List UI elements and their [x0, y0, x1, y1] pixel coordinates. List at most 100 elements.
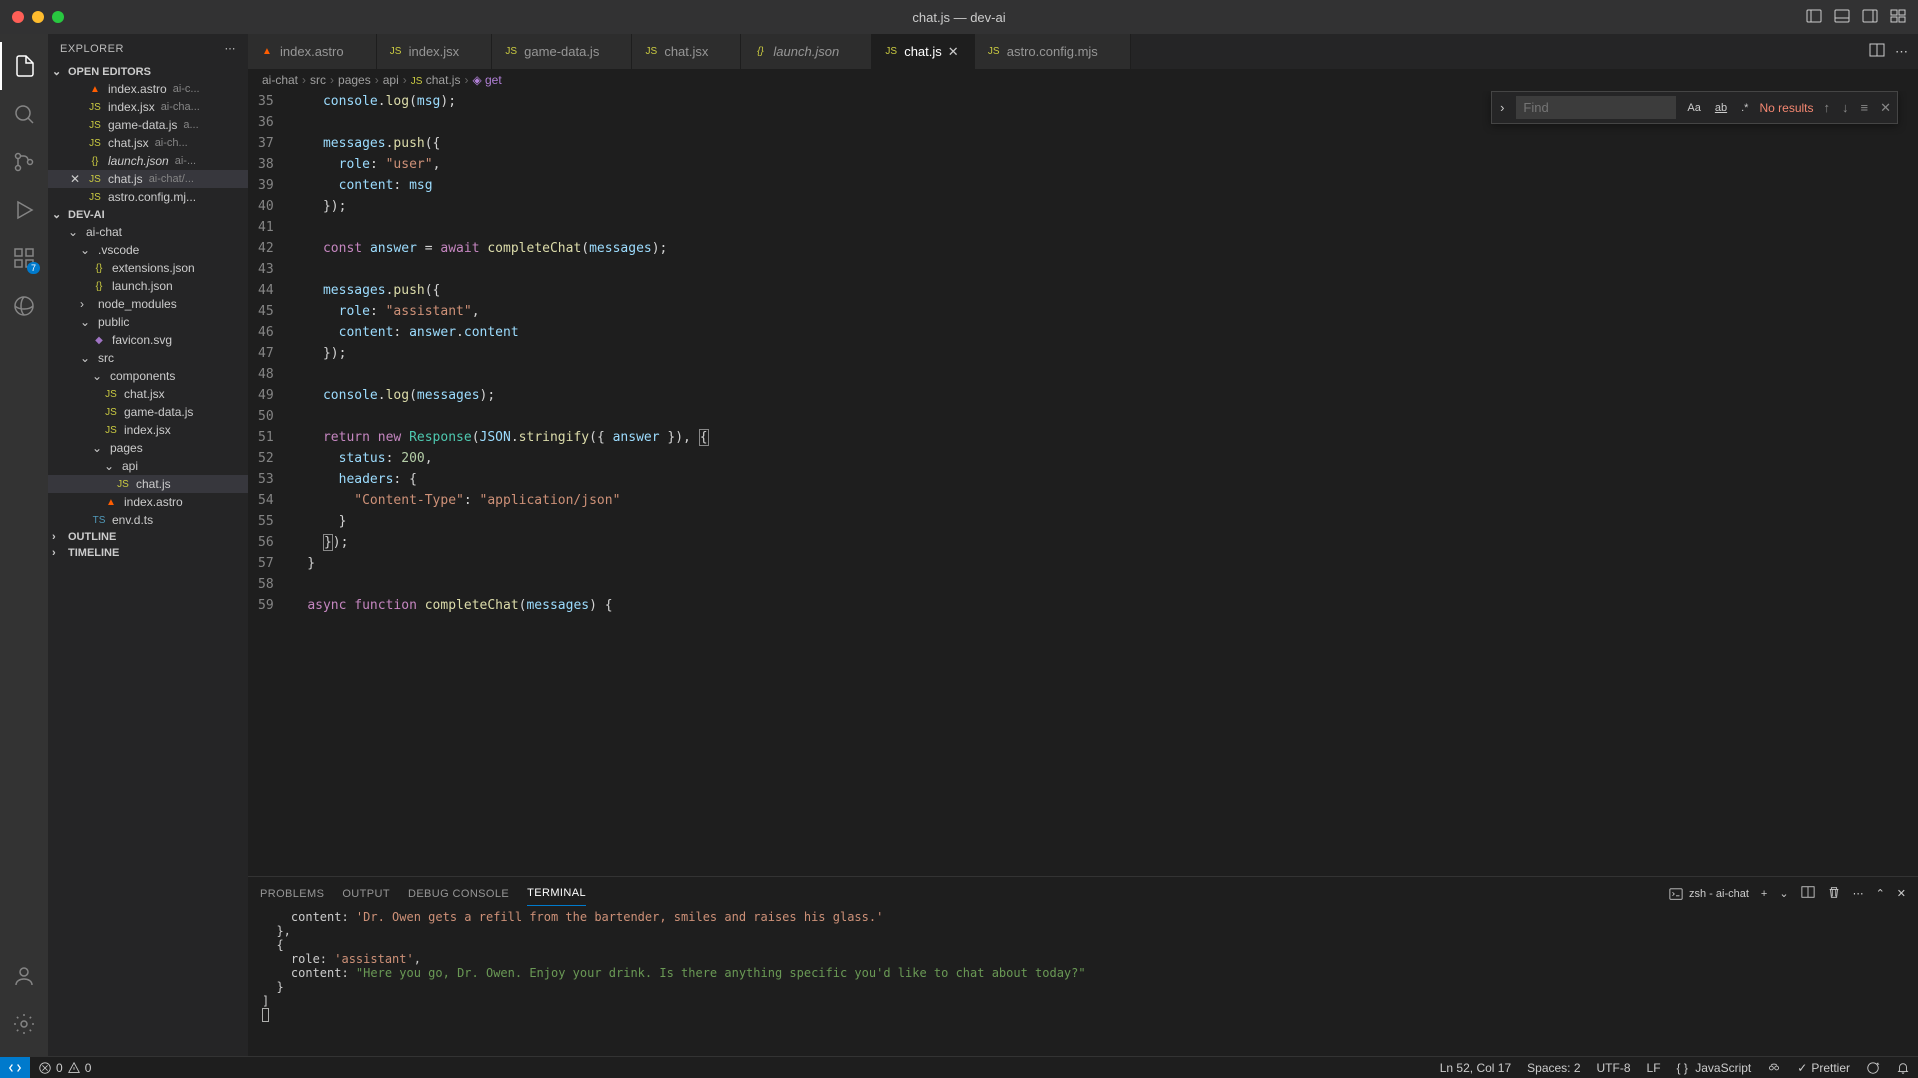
editor-more-icon[interactable]: ⋯	[1895, 44, 1908, 60]
breadcrumb-item[interactable]: api	[383, 73, 399, 87]
breadcrumb-item[interactable]: ◈ get	[472, 73, 501, 87]
settings-gear-icon[interactable]	[0, 1000, 48, 1048]
find-toggle-replace-icon[interactable]: ›	[1496, 98, 1508, 117]
workspace-section[interactable]: ⌄DEV-AI	[48, 206, 248, 223]
outline-section[interactable]: ›OUTLINE	[48, 529, 248, 545]
open-editor-item[interactable]: JSastro.config.mj...	[48, 188, 248, 206]
tree-file-favicon[interactable]: ◆favicon.svg	[48, 331, 248, 349]
find-next-icon[interactable]: ↓	[1840, 98, 1851, 117]
panel-tab-debug-console[interactable]: DEBUG CONSOLE	[408, 882, 509, 906]
window-maximize-button[interactable]	[52, 11, 64, 23]
status-indentation[interactable]: Spaces: 2	[1519, 1061, 1588, 1075]
status-eol[interactable]: LF	[1639, 1061, 1669, 1075]
terminal-kill-icon[interactable]	[1827, 885, 1841, 902]
tree-folder-api[interactable]: ⌄api	[48, 457, 248, 475]
find-selection-icon[interactable]: ≡	[1859, 98, 1871, 117]
extensions-icon[interactable]: 7	[0, 234, 48, 282]
terminal-new-icon[interactable]: +	[1761, 888, 1767, 900]
panel-tab-terminal[interactable]: TERMINAL	[527, 881, 586, 906]
tree-file-game-data[interactable]: JSgame-data.js	[48, 403, 248, 421]
editor-tab[interactable]: JSgame-data.js✕	[492, 34, 632, 69]
titlebar: chat.js — dev-ai	[0, 0, 1918, 34]
tree-file-chat-js[interactable]: JSchat.js	[48, 475, 248, 493]
tab-close-icon[interactable]: ✕	[948, 44, 962, 60]
status-feedback-icon[interactable]	[1858, 1061, 1888, 1075]
panel-tab-problems[interactable]: PROBLEMS	[260, 882, 324, 906]
window-minimize-button[interactable]	[32, 11, 44, 23]
layout-panel-right-icon[interactable]	[1862, 8, 1878, 27]
status-copilot-icon[interactable]	[1759, 1061, 1789, 1075]
find-match-case-icon[interactable]: Aa	[1684, 100, 1703, 116]
tree-file-extensions-json[interactable]: {}extensions.json	[48, 259, 248, 277]
timeline-section[interactable]: ›TIMELINE	[48, 545, 248, 561]
terminal-split-icon[interactable]	[1801, 885, 1815, 902]
editor-tab[interactable]: JSindex.jsx✕	[377, 34, 493, 69]
panel-maximize-icon[interactable]: ⌃	[1876, 887, 1885, 900]
status-bar: 0 0 Ln 52, Col 17 Spaces: 2 UTF-8 LF { }…	[0, 1056, 1918, 1078]
editor-tab[interactable]: JSchat.js✕	[872, 34, 975, 69]
panel-more-icon[interactable]: ⋯	[1853, 887, 1864, 900]
terminal-picker[interactable]: zsh - ai-chat	[1669, 887, 1749, 901]
explorer-sidebar: EXPLORER ⋯ ⌄OPEN EDITORS ▲index.astro ai…	[48, 34, 248, 1056]
terminal-dropdown-icon[interactable]: ⌄	[1779, 887, 1788, 900]
editor-tab[interactable]: JSchat.jsx✕	[632, 34, 741, 69]
find-regex-icon[interactable]: .*	[1738, 100, 1751, 116]
source-control-icon[interactable]	[0, 138, 48, 186]
run-debug-icon[interactable]	[0, 186, 48, 234]
breadcrumb-item[interactable]: src	[310, 73, 326, 87]
window-close-button[interactable]	[12, 11, 24, 23]
tree-file-env[interactable]: TSenv.d.ts	[48, 511, 248, 529]
explorer-icon[interactable]	[0, 42, 48, 90]
layout-customize-icon[interactable]	[1890, 8, 1906, 27]
status-cursor-position[interactable]: Ln 52, Col 17	[1432, 1061, 1519, 1075]
layout-panel-bottom-icon[interactable]	[1834, 8, 1850, 27]
close-icon[interactable]: ✕	[68, 172, 82, 186]
status-prettier[interactable]: ✓ Prettier	[1789, 1061, 1858, 1075]
editor-tab[interactable]: ▲index.astro✕	[248, 34, 377, 69]
open-editor-item[interactable]: JSgame-data.js a...	[48, 116, 248, 134]
find-input[interactable]	[1516, 96, 1676, 119]
tree-folder-vscode[interactable]: ⌄.vscode	[48, 241, 248, 259]
remote-indicator[interactable]	[0, 1057, 30, 1078]
status-encoding[interactable]: UTF-8	[1589, 1061, 1639, 1075]
accounts-icon[interactable]	[0, 952, 48, 1000]
open-editor-item[interactable]: ✕JSchat.js ai-chat/...	[48, 170, 248, 188]
split-editor-icon[interactable]	[1869, 42, 1885, 61]
status-problems[interactable]: 0 0	[30, 1061, 99, 1075]
edge-tools-icon[interactable]	[0, 282, 48, 330]
editor-tab[interactable]: {}launch.json✕	[741, 34, 872, 69]
breadcrumb-item[interactable]: ai-chat	[262, 73, 298, 87]
tree-folder-aichat[interactable]: ⌄ai-chat	[48, 223, 248, 241]
tree-folder-components[interactable]: ⌄components	[48, 367, 248, 385]
breadcrumbs[interactable]: ai-chat›src›pages›api›JS chat.js›◈ get	[248, 69, 1918, 91]
find-close-icon[interactable]: ✕	[1878, 98, 1893, 118]
editor-tab[interactable]: JSastro.config.mjs✕	[975, 34, 1131, 69]
status-bell-icon[interactable]	[1888, 1061, 1918, 1075]
panel-tab-output[interactable]: OUTPUT	[342, 882, 390, 906]
bottom-panel: PROBLEMS OUTPUT DEBUG CONSOLE TERMINAL zsh …	[248, 876, 1918, 1056]
tree-folder-src[interactable]: ⌄src	[48, 349, 248, 367]
terminal-output[interactable]: content: 'Dr. Owen gets a refill from th…	[248, 906, 1918, 1056]
open-editors-section[interactable]: ⌄OPEN EDITORS	[48, 63, 248, 80]
find-whole-word-icon[interactable]: ab	[1712, 100, 1730, 116]
tree-file-launch-json[interactable]: {}launch.json	[48, 277, 248, 295]
open-editor-item[interactable]: JSchat.jsx ai-ch...	[48, 134, 248, 152]
tree-folder-nodemodules[interactable]: ›node_modules	[48, 295, 248, 313]
status-language[interactable]: { } JavaScript	[1669, 1061, 1760, 1075]
find-prev-icon[interactable]: ↑	[1822, 98, 1833, 117]
breadcrumb-item[interactable]: pages	[338, 73, 371, 87]
tree-file-index-astro[interactable]: ▲index.astro	[48, 493, 248, 511]
explorer-more-icon[interactable]: ⋯	[225, 42, 237, 55]
tree-folder-public[interactable]: ⌄public	[48, 313, 248, 331]
tree-folder-pages[interactable]: ⌄pages	[48, 439, 248, 457]
breadcrumb-item[interactable]: JS chat.js	[411, 73, 461, 87]
open-editor-item[interactable]: ▲index.astro ai-c...	[48, 80, 248, 98]
code-editor[interactable]: 3536373839404142434445464748495051525354…	[248, 91, 1918, 876]
tree-file-index-jsx[interactable]: JSindex.jsx	[48, 421, 248, 439]
panel-close-icon[interactable]: ✕	[1897, 887, 1906, 900]
open-editor-item[interactable]: {}launch.json ai-...	[48, 152, 248, 170]
search-icon[interactable]	[0, 90, 48, 138]
open-editor-item[interactable]: JSindex.jsx ai-cha...	[48, 98, 248, 116]
layout-panel-left-icon[interactable]	[1806, 8, 1822, 27]
tree-file-chat-jsx[interactable]: JSchat.jsx	[48, 385, 248, 403]
